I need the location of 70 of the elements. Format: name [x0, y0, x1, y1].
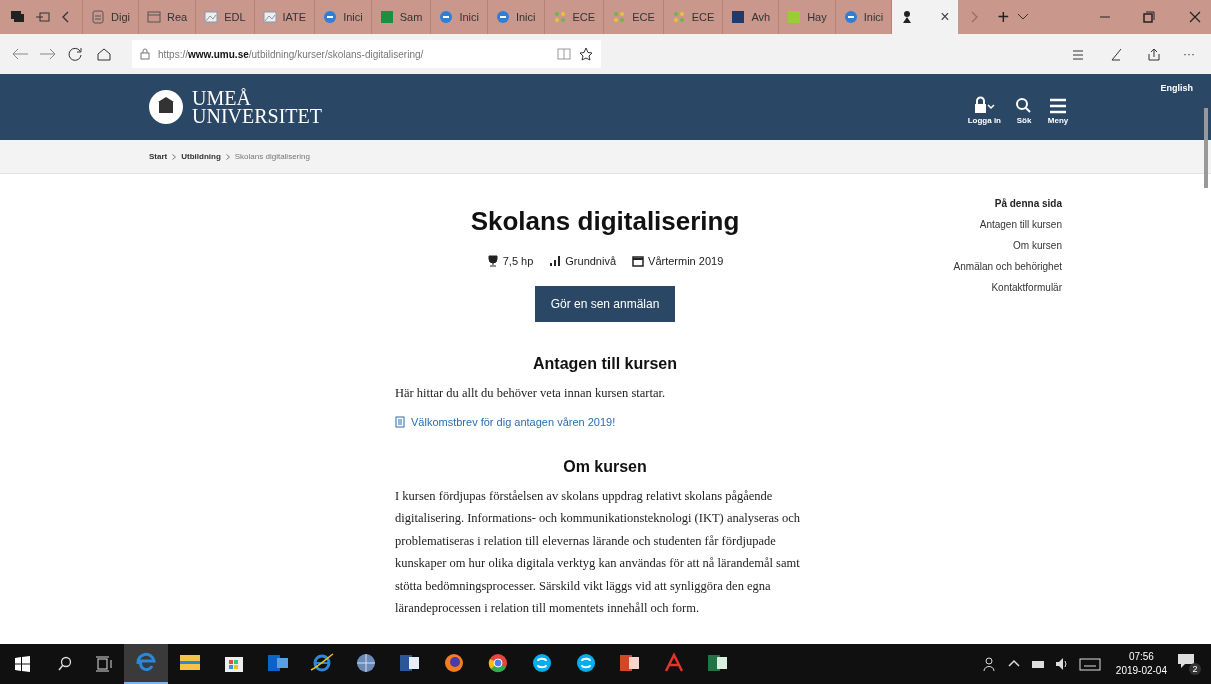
favicon-icon [323, 10, 338, 24]
header-link[interactable]: Sök [1016, 114, 1032, 127]
section-heading: Antagen till kursen [532, 353, 678, 374]
page-title: Skolans digitalisering [470, 205, 740, 238]
notification-count: 2 [1189, 663, 1201, 675]
favicon-icon [379, 10, 394, 24]
document-icon [395, 416, 405, 429]
favicon-icon [787, 10, 802, 24]
paragraph: I kursen fördjupas förståelsen av skolans uppdrag relativt skolans pågående digitalisering. Informations- och kommunikationsteknologi (IKT) analyseras och problematiseras i relation till elevernas lärande och studenten får fördjupade kunskaper om hur olika digitala verktyg kan användas för att nå lärandemål samt stötta bedömningsprocesser. Särskild vikt läggs vid att synliggöra den egna lärandeprocessen i relation till momentets innehåll och form. [395, 487, 802, 617]
people-icon[interactable] [982, 656, 997, 672]
chevron-icon [225, 153, 230, 160]
lock-icon[interactable] [973, 95, 996, 114]
close-icon[interactable] [1189, 11, 1201, 23]
favicon-icon [731, 10, 746, 24]
volume-icon[interactable] [1054, 656, 1069, 672]
favicon-icon [439, 10, 454, 24]
clock[interactable]: 07:56 2019-02-04 [1115, 650, 1167, 678]
close-tab-button[interactable]: × [940, 5, 950, 29]
url-text: https://www.umu.se/utbildning/kurser/skolans-digitalisering/ [158, 47, 424, 62]
language-link[interactable]: English [1160, 82, 1193, 96]
sidebar-title: På denna sida [994, 197, 1062, 211]
paragraph: Här hittar du allt du behöver veta innan kursen startar. [395, 384, 667, 402]
course-fact: 7,5 hp [502, 254, 534, 269]
page-anchor-link[interactable]: Anmälan och behörighet [953, 259, 1062, 274]
tab-actions-icon[interactable] [10, 10, 26, 24]
page-anchor-link[interactable]: Kontaktformulär [991, 280, 1062, 295]
header-link[interactable]: Logga in [967, 114, 1001, 127]
browser-tab[interactable]: × [891, 0, 958, 34]
more-button[interactable]: ··· [1183, 45, 1195, 63]
favicon-icon [612, 10, 627, 24]
favicon-icon [146, 10, 161, 24]
trophy-icon [486, 255, 499, 268]
favicon-icon [262, 10, 277, 24]
document-link[interactable]: Välkomstbrev för dig antagen våren 2019! [411, 414, 616, 431]
keyboard-icon[interactable] [1078, 656, 1101, 672]
bar-chart-icon [549, 255, 562, 268]
pen-icon[interactable] [1109, 47, 1123, 61]
breadcrumb-link[interactable]: Utbildning [181, 150, 221, 163]
favicon-icon [671, 10, 686, 24]
new-tab-button[interactable]: + [997, 2, 1010, 32]
university-seal-icon [148, 89, 184, 125]
favicon-icon [495, 10, 510, 24]
course-fact: Grundnivå [565, 254, 617, 269]
favorites-icon[interactable] [1071, 47, 1085, 61]
breadcrumb-current: Skolans digitalisering [234, 150, 310, 163]
chevron-icon [172, 153, 177, 160]
page-anchor-link[interactable]: Om kursen [1013, 238, 1062, 253]
breadcrumb-link[interactable]: Start [149, 150, 168, 163]
star-icon[interactable] [578, 47, 593, 61]
favicon-icon [552, 10, 567, 24]
tab-list-chevron-icon[interactable] [1017, 13, 1030, 21]
speech-bubble-icon [1177, 653, 1195, 669]
restore-icon[interactable] [1143, 11, 1155, 23]
notification-button[interactable]: 2 [1177, 653, 1201, 675]
logo-text: UNIVERSITET [192, 107, 322, 125]
favicon-icon [204, 10, 219, 24]
page-anchor-link[interactable]: Antagen till kursen [979, 217, 1062, 232]
calendar-icon [632, 255, 645, 268]
late-application-button[interactable]: Gör en sen anmälan [534, 285, 676, 322]
address-field[interactable]: https://www.umu.se/utbildning/kurser/skolans-digitalisering/ [132, 40, 601, 68]
favicon-icon [91, 10, 105, 24]
share-icon[interactable] [1147, 47, 1161, 61]
header-link[interactable]: Meny [1047, 114, 1069, 127]
logo-text: UMEÅ [192, 89, 252, 107]
set-aside-tabs-icon[interactable] [36, 11, 50, 23]
scrollbar[interactable] [1204, 108, 1208, 188]
course-fact: Vårtermin 2019 [648, 254, 724, 269]
favicon-icon [843, 10, 858, 24]
section-heading: Om kursen [562, 456, 648, 477]
lock-icon [140, 48, 150, 60]
